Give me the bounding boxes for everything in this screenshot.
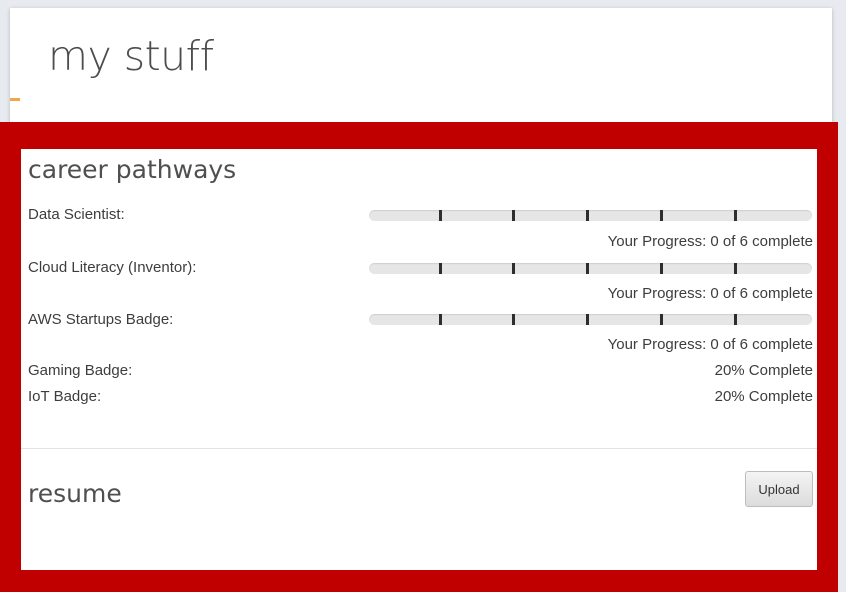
progress-bar-aws-startups (369, 314, 812, 325)
progress-tick (586, 210, 589, 221)
progress-bar-cloud-literacy (369, 263, 812, 274)
page: my stuff career pathways Data Scientist:… (0, 0, 846, 592)
pathway-label-cloud-literacy: Cloud Literacy (Inventor): (28, 259, 197, 276)
career-pathways-title: career pathways (28, 155, 237, 184)
progress-tick (439, 263, 442, 274)
pathway-label-data-scientist: Data Scientist: (28, 206, 125, 223)
accent-bar (10, 98, 20, 101)
content-card: career pathways Data Scientist: Your Pro… (21, 149, 817, 570)
page-title: my stuff (48, 32, 214, 80)
progress-bar-data-scientist (369, 210, 812, 221)
progress-text-cloud-literacy: Your Progress: 0 of 6 complete (607, 285, 813, 302)
progress-text-iot-badge: 20% Complete (714, 388, 813, 405)
progress-tick (734, 210, 737, 221)
progress-tick (439, 210, 442, 221)
highlight-frame: career pathways Data Scientist: Your Pro… (0, 122, 838, 592)
my-stuff-header-card: my stuff (10, 8, 832, 128)
resume-title: resume (28, 479, 122, 508)
progress-tick (439, 314, 442, 325)
pathway-label-gaming-badge: Gaming Badge: (28, 362, 133, 379)
progress-tick (512, 210, 515, 221)
section-divider (21, 448, 817, 449)
pathway-label-aws-startups: AWS Startups Badge: (28, 311, 174, 328)
progress-tick (734, 263, 737, 274)
progress-tick (512, 263, 515, 274)
progress-text-data-scientist: Your Progress: 0 of 6 complete (607, 233, 813, 250)
progress-text-gaming-badge: 20% Complete (714, 362, 813, 379)
pathway-label-iot-badge: IoT Badge: (28, 388, 102, 405)
progress-tick (512, 314, 515, 325)
progress-tick (660, 263, 663, 274)
progress-tick (660, 210, 663, 221)
progress-tick (734, 314, 737, 325)
upload-resume-button[interactable]: Upload (745, 471, 813, 507)
progress-text-aws-startups: Your Progress: 0 of 6 complete (607, 336, 813, 353)
progress-tick (660, 314, 663, 325)
progress-tick (586, 314, 589, 325)
progress-tick (586, 263, 589, 274)
